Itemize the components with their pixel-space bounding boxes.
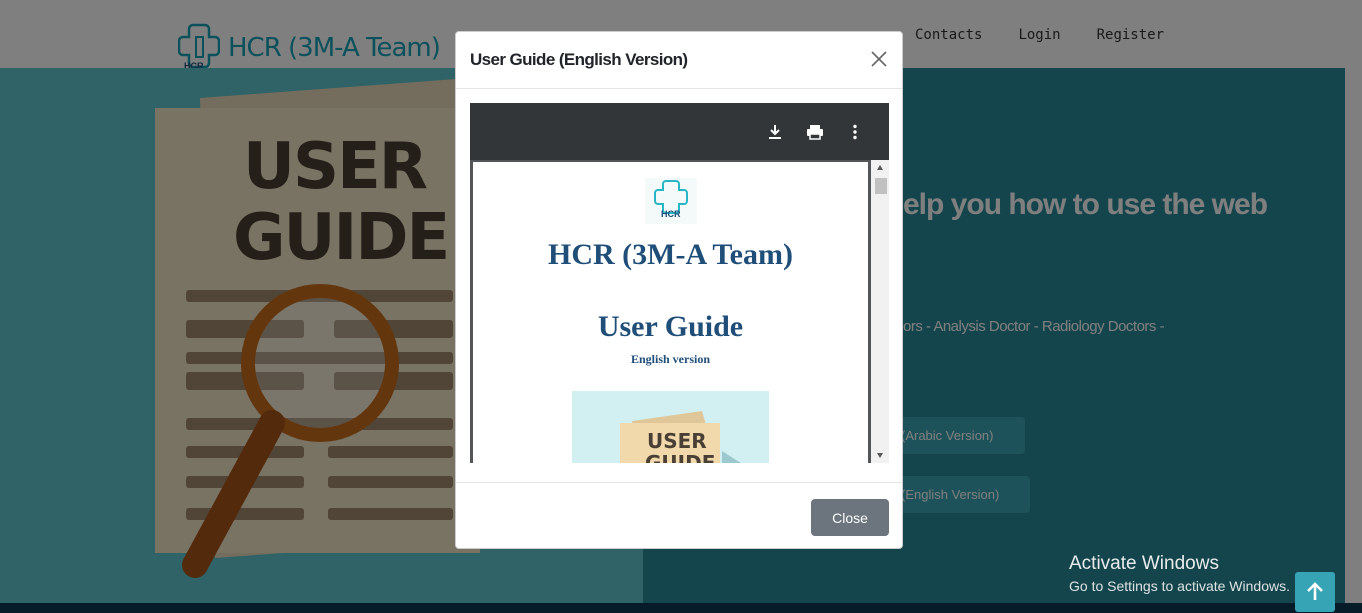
modal-title: User Guide (English Version) <box>470 50 688 69</box>
modal-footer: Close <box>456 482 902 548</box>
arrow-up-icon <box>1307 582 1323 600</box>
scroll-down-arrow-icon[interactable] <box>876 451 884 459</box>
pdf-page: HCR HCR (3M-A Team) User Guide English v… <box>473 162 868 463</box>
close-button[interactable]: Close <box>811 499 889 536</box>
modal-header: User Guide (English Version) <box>456 32 902 89</box>
doc-image-text-user: USER <box>647 429 707 453</box>
doc-logo-icon: HCR <box>645 178 697 224</box>
pdf-scrollbar-thumb[interactable] <box>875 178 887 194</box>
pdf-toolbar <box>470 103 889 160</box>
close-icon[interactable] <box>868 48 890 70</box>
doc-logo-text: HCR <box>661 209 681 219</box>
scroll-up-arrow-icon[interactable] <box>876 164 884 172</box>
doc-subtitle: User Guide <box>597 310 744 343</box>
activate-windows-subtitle: Go to Settings to activate Windows. <box>1069 578 1290 594</box>
doc-title: HCR (3M-A Team) <box>548 238 793 271</box>
more-options-icon[interactable] <box>843 120 867 144</box>
activate-windows-watermark: Activate Windows Go to Settings to activ… <box>1069 553 1290 594</box>
pdf-viewer[interactable]: HCR HCR (3M-A Team) User Guide English v… <box>470 160 889 463</box>
user-guide-modal: User Guide (English Version) HCR HCR (3M… <box>455 31 903 549</box>
activate-windows-title: Activate Windows <box>1069 553 1219 574</box>
doc-language: English version <box>630 352 711 366</box>
doc-image-text-guide: GUIDE <box>645 451 716 463</box>
print-icon[interactable] <box>803 120 827 144</box>
modal-body: HCR HCR (3M-A Team) User Guide English v… <box>470 103 889 463</box>
download-icon[interactable] <box>763 120 787 144</box>
pdf-scrollbar[interactable] <box>871 160 889 463</box>
doc-cover-image: USER GUIDE <box>572 391 769 463</box>
back-to-top-button[interactable] <box>1295 572 1335 612</box>
